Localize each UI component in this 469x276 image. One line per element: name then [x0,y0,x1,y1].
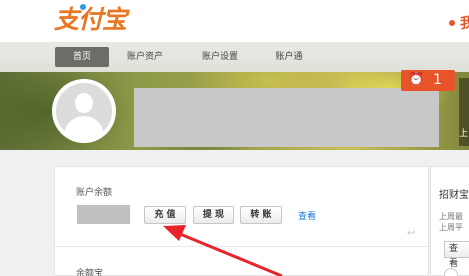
annotation-arrow-head [163,225,186,241]
annotation-arrow-shaft [179,232,283,276]
annotation-arrow [163,225,283,276]
